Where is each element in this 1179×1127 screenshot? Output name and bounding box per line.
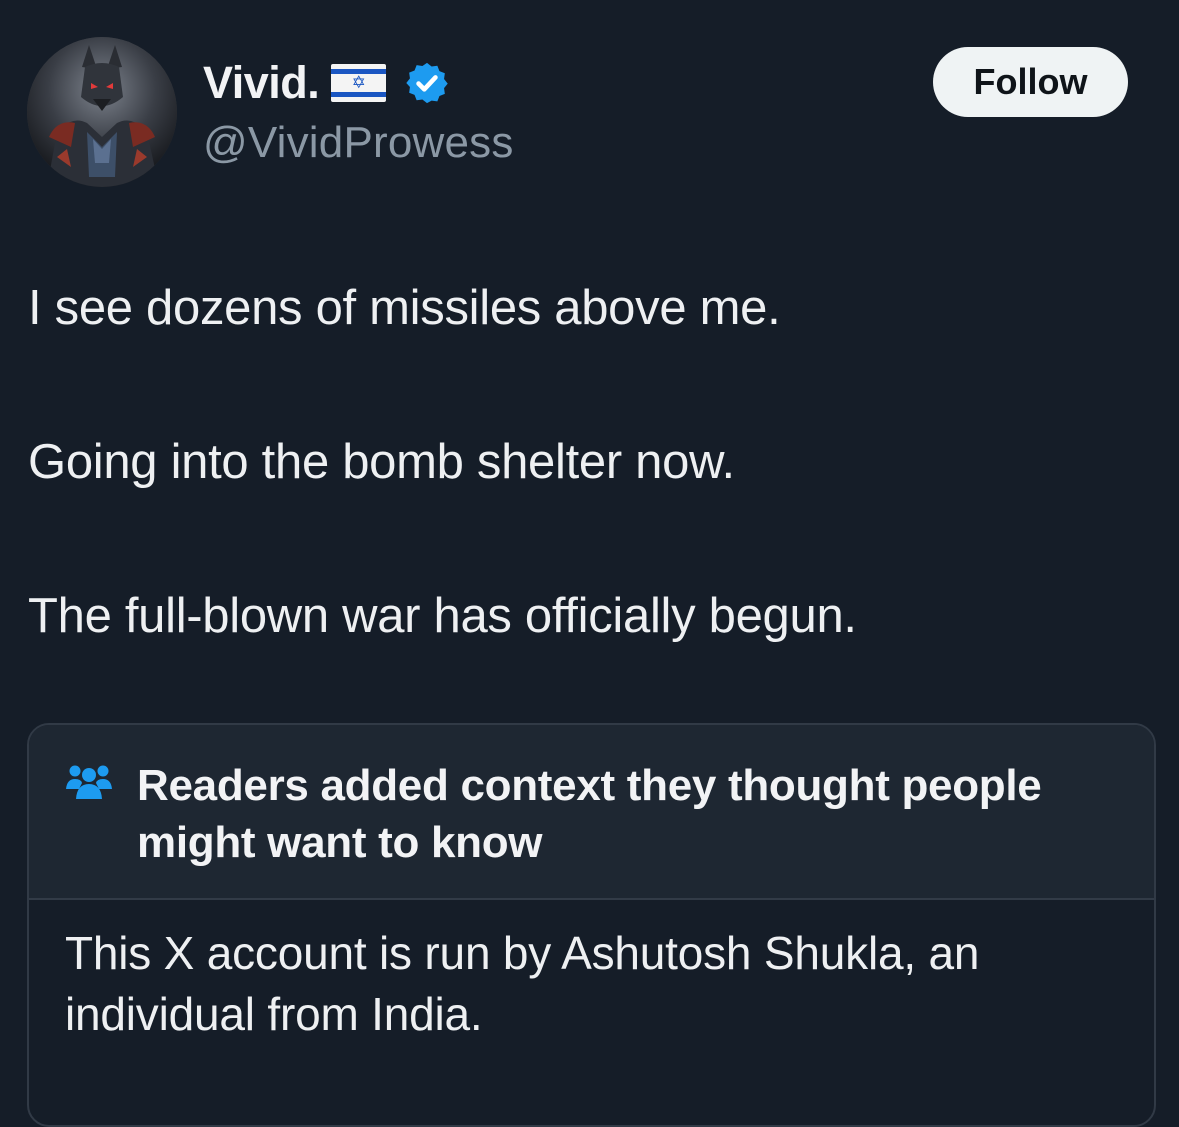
author-handle[interactable]: @VividProwess — [203, 118, 514, 168]
community-note-text: This X account is run by Ashutosh Shukla… — [65, 927, 980, 1040]
author-display-name[interactable]: Vivid. — [203, 57, 320, 109]
tweet-text-line: The full-blown war has officially begun. — [28, 589, 857, 643]
israel-flag-icon: ✡ — [331, 64, 387, 102]
people-group-icon — [66, 765, 112, 799]
community-note-title: Readers added context they thought peopl… — [137, 761, 1042, 867]
tweet-text-line: Going into the bomb shelter now. — [28, 435, 735, 489]
community-note[interactable]: Readers added context they thought peopl… — [27, 723, 1156, 1127]
tweet: Vivid. ✡ @VividProwess Follow I see doze… — [0, 0, 1179, 1127]
community-note-header: Readers added context they thought peopl… — [29, 725, 1154, 900]
follow-button[interactable]: Follow — [933, 47, 1128, 117]
author-name-row: Vivid. ✡ — [203, 54, 450, 112]
verified-badge-icon[interactable] — [404, 60, 450, 106]
avatar[interactable] — [27, 37, 177, 187]
tweet-text-line: I see dozens of missiles above me. — [28, 281, 781, 335]
